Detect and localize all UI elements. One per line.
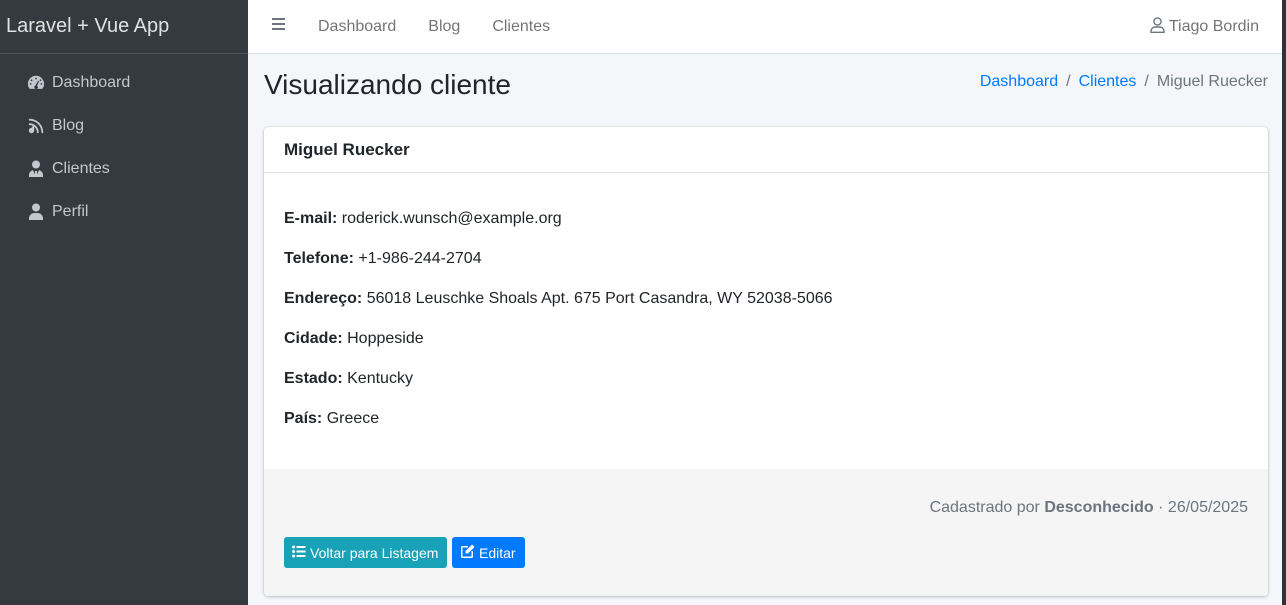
field-value: roderick.wunsch@example.org (341, 210, 562, 227)
back-to-list-button[interactable]: Voltar para Listagem (284, 537, 448, 568)
sidebar-nav: Dashboard Blog Clientes Perfil (0, 54, 248, 233)
field-label: País: (284, 410, 323, 427)
sidebar-item-label: Dashboard (52, 73, 131, 91)
sidebar: Laravel + Vue App Dashboard Blog Cliente… (0, 0, 248, 605)
brand-title[interactable]: Laravel + Vue App (0, 0, 248, 54)
breadcrumb: Dashboard / Clientes / Miguel Ruecker (980, 73, 1268, 91)
client-details: E-mail: roderick.wunsch@example.org Tele… (264, 173, 1268, 469)
field-value: Greece (326, 410, 380, 427)
sidebar-item-perfil[interactable]: Perfil (0, 190, 248, 233)
sidebar-item-blog[interactable]: Blog (0, 104, 248, 147)
field-value: +1-986-244-2704 (358, 250, 482, 267)
field-value: Hoppeside (347, 330, 424, 347)
breadcrumb-current: Miguel Ruecker (1156, 73, 1268, 90)
breadcrumb-separator: / (1066, 73, 1071, 90)
page-title: Visualizando cliente (264, 69, 511, 100)
user-menu[interactable]: Tiago Bordin (1150, 0, 1259, 54)
registered-prefix: Cadastrado por (929, 499, 1040, 516)
topnav-link-blog[interactable]: Blog (428, 18, 460, 36)
sidebar-item-label: Perfil (52, 202, 89, 220)
field-value: 56018 Leuschke Shoals Apt. 675 Port Casa… (366, 290, 833, 307)
topnav-link-dashboard[interactable]: Dashboard (318, 18, 396, 36)
client-name: Miguel Ruecker (264, 127, 1268, 173)
tachometer-icon (26, 73, 46, 93)
list-icon (292, 545, 310, 561)
breadcrumb-link-dashboard[interactable]: Dashboard (980, 73, 1058, 91)
registration-info: Cadastrado por Desconhecido · 26/05/2025 (930, 499, 1248, 517)
edit-button[interactable]: Editar (452, 537, 525, 568)
field-estado: Estado: Kentucky (284, 369, 1248, 389)
sidebar-item-label: Blog (52, 116, 85, 134)
sidebar-item-dashboard[interactable]: Dashboard (0, 61, 248, 104)
user-tie-icon (26, 159, 46, 179)
menu-toggle-button[interactable] (248, 0, 318, 54)
edit-button-label: Editar (479, 544, 516, 561)
field-label: E-mail: (284, 210, 338, 227)
field-label: Telefone: (284, 250, 354, 267)
top-navbar: Dashboard Blog Clientes Tiago Bordin (248, 0, 1282, 54)
breadcrumb-link-clientes[interactable]: Clientes (1079, 73, 1137, 91)
field-label: Estado: (284, 370, 343, 387)
hamburger-icon (271, 17, 287, 36)
meta-separator: · (1158, 499, 1164, 516)
registered-date: 26/05/2025 (1167, 499, 1248, 516)
user-outline-icon (1150, 16, 1169, 38)
field-value: Kentucky (347, 370, 413, 387)
window-edge (1282, 0, 1286, 605)
field-pais: País: Greece (284, 409, 1248, 429)
user-name: Tiago Bordin (1168, 18, 1259, 35)
field-cidade: Cidade: Hoppeside (284, 329, 1248, 349)
user-icon (26, 202, 46, 222)
card-footer: Cadastrado por Desconhecido · 26/05/2025… (264, 469, 1268, 596)
sidebar-item-label: Clientes (52, 159, 110, 177)
blog-icon (26, 116, 46, 136)
edit-icon (460, 544, 479, 561)
sidebar-item-clientes[interactable]: Clientes (0, 147, 248, 190)
field-email: E-mail: roderick.wunsch@example.org (284, 209, 1248, 229)
topnav-link-clientes[interactable]: Clientes (492, 18, 550, 36)
field-label: Cidade: (284, 330, 343, 347)
registered-by: Desconhecido (1044, 499, 1154, 516)
back-button-label: Voltar para Listagem (310, 544, 439, 561)
breadcrumb-separator: / (1144, 73, 1149, 90)
client-card: Miguel Ruecker E-mail: roderick.wunsch@e… (264, 127, 1268, 596)
field-telefone: Telefone: +1-986-244-2704 (284, 249, 1248, 269)
field-endereco: Endereço: 56018 Leuschke Shoals Apt. 675… (284, 289, 1248, 309)
field-label: Endereço: (284, 290, 363, 307)
